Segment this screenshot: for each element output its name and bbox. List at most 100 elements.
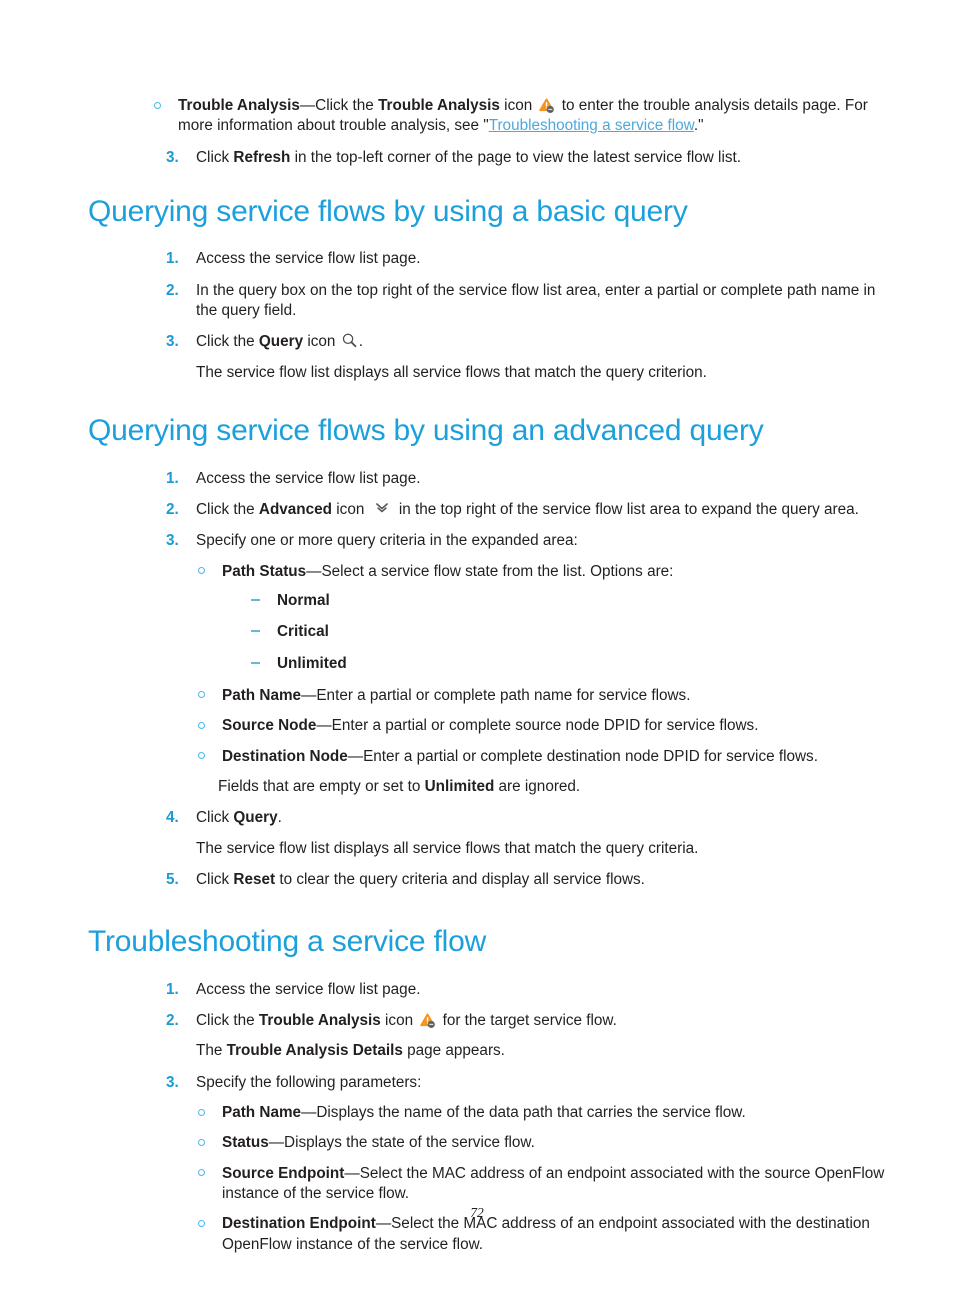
bullet-description: Displays the name of the data path that … (316, 1104, 746, 1122)
step-number: 4. (166, 809, 179, 827)
step-item: 3. Click the Query icon . The service fl… (152, 332, 894, 383)
bullet-text: Trouble Analysis—Click the Trouble Analy… (178, 96, 894, 137)
advanced-label: Advanced (258, 500, 333, 518)
step-text-end: . (277, 809, 282, 827)
step-number: 1. (166, 980, 179, 998)
step-result-text: The Trouble Analysis Details page appear… (196, 1041, 894, 1061)
em-dash: — (316, 717, 332, 735)
result-text-after: page appears. (402, 1042, 505, 1060)
bullet-text: Path Name—Displays the name of the data … (222, 1104, 746, 1121)
step-note-text: Fields that are empty or set to Unlimite… (218, 777, 894, 797)
step-text: Click Reset to clear the query criteria … (196, 870, 894, 890)
circle-bullet-icon (198, 721, 205, 729)
list-item: Trouble Analysis—Click the Trouble Analy… (152, 96, 894, 137)
bullet-inline-bold: Trouble Analysis (378, 97, 500, 114)
circle-bullet-icon (198, 1169, 205, 1177)
dash-bullet-icon (251, 630, 260, 633)
step-number: 1. (166, 250, 179, 268)
option-label: Critical (277, 623, 329, 641)
bullet-text: Status—Displays the state of the service… (222, 1134, 535, 1151)
step-number: 3. (166, 333, 179, 351)
step-item: 1. Access the service flow list page. (152, 469, 894, 489)
step-text-end: to clear the query criteria and display … (275, 871, 645, 888)
step-text-after: icon (380, 1012, 418, 1030)
continued-list-block: Trouble Analysis—Click the Trouble Analy… (152, 0, 894, 168)
step-number: 2. (166, 500, 179, 518)
step-item: 1. Access the service flow list page. (152, 249, 894, 269)
em-dash: — (268, 1134, 285, 1152)
bullet-text: Destination Node—Enter a partial or comp… (222, 748, 818, 765)
list-item: Normal (250, 591, 894, 611)
step-text: Access the service flow list page. (196, 250, 421, 268)
list-item: Unlimited (250, 654, 894, 674)
bullet-term: Path Status (222, 562, 307, 580)
bullet-term: Source Node (222, 717, 317, 735)
heading-troubleshooting-wrap: Troubleshooting a service flow (88, 924, 954, 959)
step-text: Click the Advanced icon in the top right… (196, 500, 894, 520)
page-number: 72 (470, 1205, 484, 1220)
heading-basic-query-wrap: Querying service flows by using a basic … (88, 194, 954, 229)
list-item: Status—Displays the state of the service… (196, 1133, 894, 1153)
circle-bullet-icon (154, 101, 161, 109)
step-text: Click Refresh in the top-left corner of … (196, 148, 894, 168)
bullet-text: Source Node—Enter a partial or complete … (222, 717, 758, 734)
unlimited-label: Unlimited (424, 777, 495, 795)
step-text: In the query box on the top right of the… (196, 281, 876, 320)
step-text-end: . (358, 333, 363, 351)
double-chevron-down-icon (374, 500, 390, 516)
step-text: Click the Query icon . (196, 332, 894, 352)
bullet-text: Path Status—Select a service flow state … (222, 563, 673, 580)
bullet-term: Trouble Analysis (178, 97, 300, 114)
bullet-term: Source Endpoint (222, 1164, 345, 1182)
advanced-query-step-list: 1. Access the service flow list page. 2.… (152, 469, 894, 891)
trouble-analysis-icon (419, 1012, 436, 1029)
em-dash: — (301, 686, 317, 704)
bullet-term: Path Name (222, 1104, 302, 1122)
step-text-before: Click (196, 871, 234, 888)
step-item: 2. In the query box on the top right of … (152, 281, 894, 322)
basic-query-step-list: 1. Access the service flow list page. 2.… (152, 249, 894, 383)
list-item: Path Status—Select a service flow state … (196, 562, 894, 674)
step-text-after: in the top-left corner of the page to vi… (290, 148, 742, 166)
circle-bullet-icon (198, 752, 205, 760)
reset-label: Reset (233, 871, 276, 888)
refresh-label: Refresh (233, 148, 291, 166)
advanced-query-steps-block: 1. Access the service flow list page. 2.… (152, 469, 894, 891)
step-text: Access the service flow list page. (196, 980, 421, 998)
page-title-advanced-query: Querying service flows by using an advan… (88, 414, 764, 448)
step-text: Access the service flow list page. (196, 469, 421, 487)
step-number: 3. (166, 532, 179, 550)
trouble-parameters-bullet-list: Path Name — Displays the name of the data … (196, 1103, 894, 1255)
document-page: Trouble Analysis — Click the Trouble Analy… (0, 0, 954, 1296)
circle-bullet-icon (198, 1108, 205, 1116)
query-label: Query (233, 809, 278, 827)
trouble-analysis-label: Trouble Analysis (258, 1012, 381, 1030)
page-title-basic-query: Querying service flows by using a basic … (88, 195, 688, 229)
circle-bullet-icon (198, 567, 205, 575)
step-result-text: The service flow list displays all servi… (196, 363, 707, 381)
step-text: Click Query. (196, 808, 894, 828)
circle-bullet-icon (198, 1138, 205, 1146)
bullet-description: Enter a partial or complete path name fo… (316, 686, 691, 704)
note-text-after: are ignored. (494, 777, 581, 795)
list-item: Destination Node—Enter a partial or comp… (196, 747, 894, 767)
bullet-text: Path Name—Enter a partial or complete pa… (222, 687, 690, 704)
bullet-description: Enter a partial or complete destination … (363, 747, 818, 765)
step-number: 2. (166, 281, 179, 299)
page-title-troubleshooting: Troubleshooting a service flow (88, 925, 487, 959)
step-number: 2. (166, 1012, 179, 1030)
step-item: 2. Click the Trouble Analysis icon for t… (152, 1011, 894, 1062)
bullet-description: Displays the state of the service flow. (284, 1134, 535, 1152)
step-text-before: Click the (196, 500, 259, 518)
step-text: Specify the following parameters: (196, 1073, 422, 1091)
step-text-before: Click the (196, 1012, 259, 1030)
continued-step-list: 3. Click Refresh in the top-left corner … (152, 148, 894, 168)
query-criteria-bullet-list: Path Status—Select a service flow state … (196, 562, 894, 767)
bullet-text-end: ." (693, 117, 704, 135)
query-label: Query (258, 333, 304, 351)
list-item: Path Name—Enter a partial or complete pa… (196, 686, 894, 706)
step-item: 5. Click Reset to clear the query criter… (152, 870, 894, 890)
step-number: 3. (166, 1073, 179, 1091)
bullet-description: Enter a partial or complete source node … (331, 717, 759, 735)
troubleshooting-service-flow-link[interactable]: Troubleshooting a service flow (489, 117, 694, 134)
